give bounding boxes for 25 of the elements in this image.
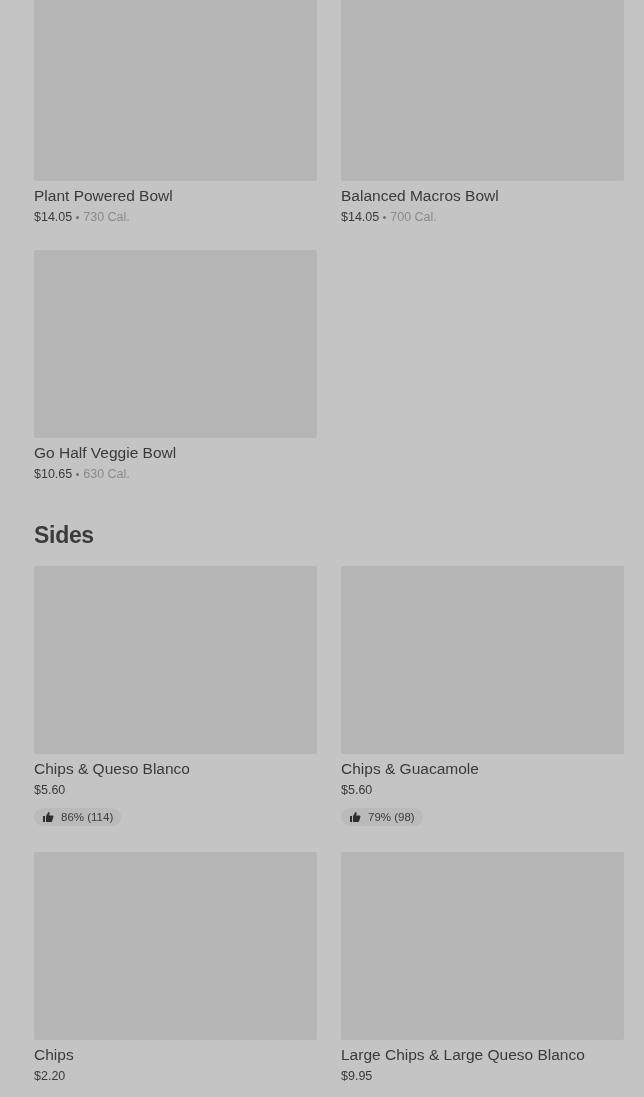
section-heading: Sides — [34, 521, 95, 549]
item-price: $2.20 — [34, 1068, 66, 1084]
item-price: $5.60 — [34, 782, 66, 798]
item-calories: 730 Cal. — [83, 209, 130, 225]
item-name[interactable]: Chips & Guacamole — [341, 759, 624, 779]
item-name[interactable]: Large Chips & Large Queso Blanco — [341, 1045, 624, 1065]
rating-badge: 86% (114) — [34, 808, 122, 826]
item-name[interactable]: Chips — [34, 1045, 317, 1065]
item-price: $14.05 — [34, 209, 73, 225]
item-price: $14.05 — [341, 209, 380, 225]
item-calories: 630 Cal. — [83, 466, 130, 482]
item-name[interactable]: Balanced Macros Bowl — [341, 186, 624, 206]
rating-badge: 79% (98) — [341, 808, 423, 826]
separator-dot — [76, 215, 80, 219]
thumbs-up-icon — [42, 811, 54, 823]
item-price: $10.65 — [34, 466, 73, 482]
item-name[interactable]: Plant Powered Bowl — [34, 186, 317, 206]
separator-dot — [383, 215, 387, 219]
item-calories: 700 Cal. — [390, 209, 437, 225]
thumbs-up-icon — [349, 811, 361, 823]
item-name[interactable]: Chips & Queso Blanco — [34, 759, 317, 779]
separator-dot — [76, 472, 80, 476]
item-price: $9.95 — [341, 1068, 373, 1084]
item-price: $5.60 — [341, 782, 373, 798]
item-name[interactable]: Go Half Veggie Bowl — [34, 443, 317, 463]
